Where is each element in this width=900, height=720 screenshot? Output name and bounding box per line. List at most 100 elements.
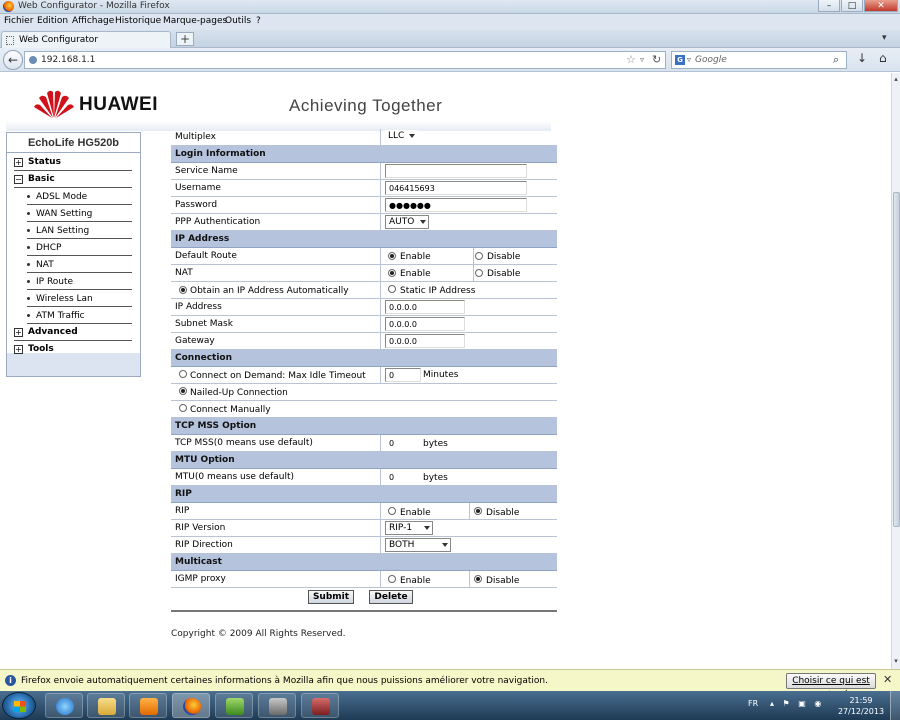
subnet-mask-input[interactable]: 0.0.0.0 (385, 317, 465, 331)
expand-icon[interactable]: + (14, 345, 23, 354)
sidebar-item-label[interactable]: NAT (36, 260, 54, 270)
taskbar-app-6[interactable] (258, 693, 296, 718)
reload-icon[interactable]: ↻ (652, 53, 661, 66)
url-text[interactable]: 192.168.1.1 (41, 55, 95, 65)
downloads-icon[interactable]: ↓ (857, 51, 867, 65)
rip-enable-radio[interactable] (388, 507, 396, 515)
maximize-button[interactable]: □ (841, 0, 863, 12)
search-bar[interactable]: G ▿ Google ⌕ (671, 51, 847, 69)
ip-address-input[interactable]: 0.0.0.0 (385, 300, 465, 314)
expand-icon[interactable]: + (14, 328, 23, 337)
sidebar-item-label[interactable]: WAN Setting (36, 209, 92, 219)
taskbar-app-5[interactable] (215, 693, 253, 718)
home-icon[interactable]: ⌂ (879, 51, 887, 65)
url-bar[interactable]: 192.168.1.1 ☆ ▿ ↻ (24, 51, 666, 69)
collapse-icon[interactable]: − (14, 175, 23, 184)
sidebar-item-lan-setting[interactable]: LAN Setting (27, 223, 132, 239)
igmp-disable-radio[interactable] (474, 575, 482, 583)
tab-list-icon[interactable]: ▾ (882, 33, 887, 43)
default-route-disable-radio[interactable] (475, 252, 483, 260)
radio-label[interactable]: Nailed-Up Connection (190, 388, 288, 398)
sidebar-item-label[interactable]: DHCP (36, 243, 61, 253)
radio-label[interactable]: Disable (486, 508, 519, 518)
radio-label[interactable]: Enable (400, 269, 431, 279)
sidebar-item-dhcp[interactable]: DHCP (27, 240, 132, 256)
sidebar-item-label[interactable]: Advanced (28, 327, 78, 337)
scroll-down-arrow-icon[interactable]: ▾ (892, 657, 900, 665)
radio-label[interactable]: Disable (486, 576, 519, 586)
menu-historique[interactable]: Historique (115, 16, 161, 26)
sidebar-item-label[interactable]: ATM Traffic (36, 311, 85, 321)
sidebar-item-status[interactable]: + Status (14, 155, 132, 171)
search-icon[interactable]: ⌕ (833, 53, 839, 67)
new-tab-button[interactable]: + (176, 32, 194, 46)
mtu-input[interactable]: 0 (385, 470, 421, 484)
show-desktop-button[interactable] (890, 691, 900, 720)
sidebar-item-wan-setting[interactable]: WAN Setting (27, 206, 132, 222)
nailed-up-connection-radio[interactable] (179, 387, 187, 395)
choose-what-is-shared-button[interactable]: Choisir ce qui est partagé (786, 673, 876, 700)
multiplex-select[interactable]: LLC (385, 130, 417, 144)
menu-marque-pages[interactable]: Marque-pages (163, 16, 227, 26)
menu-help[interactable]: ? (256, 16, 261, 26)
sidebar-item-label[interactable]: Wireless Lan (36, 294, 93, 304)
taskbar-internet-explorer[interactable] (45, 693, 83, 718)
radio-label[interactable]: Static IP Address (400, 286, 475, 296)
system-tray-icons[interactable]: ▴ ⚑ ▣ ◉ (770, 699, 824, 708)
menu-fichier[interactable]: Fichier (4, 16, 33, 26)
rip-disable-radio[interactable] (474, 507, 482, 515)
sidebar-item-adsl-mode[interactable]: ADSL Mode (27, 189, 132, 205)
menu-edition[interactable]: Edition (37, 16, 68, 26)
page-scrollbar[interactable]: ▴ ▾ (891, 73, 900, 669)
radio-label[interactable]: Disable (487, 252, 520, 262)
sidebar-item-nat[interactable]: NAT (27, 257, 132, 273)
radio-label[interactable]: Obtain an IP Address Automatically (190, 286, 349, 296)
site-identity-icon[interactable] (29, 56, 37, 64)
submit-button[interactable]: Submit (308, 590, 354, 604)
rip-direction-select[interactable]: BOTH (385, 538, 451, 552)
close-notification-icon[interactable]: ✕ (883, 673, 892, 686)
connect-on-demand-radio[interactable] (179, 370, 187, 378)
sidebar-item-label[interactable]: Status (28, 157, 61, 167)
nat-disable-radio[interactable] (475, 269, 483, 277)
bookmark-star-icon[interactable]: ☆ (626, 53, 636, 66)
gateway-input[interactable]: 0.0.0.0 (385, 334, 465, 348)
taskbar-file-explorer[interactable] (87, 693, 125, 718)
radio-label[interactable]: Connect Manually (190, 405, 271, 415)
default-route-enable-radio[interactable] (388, 252, 396, 260)
sidebar-item-label[interactable]: ADSL Mode (36, 192, 87, 202)
taskbar-firefox[interactable] (172, 693, 210, 718)
radio-label[interactable]: Enable (400, 508, 431, 518)
static-ip-address-radio[interactable] (388, 285, 396, 293)
delete-button[interactable]: Delete (369, 590, 413, 604)
close-window-button[interactable]: ✕ (864, 0, 898, 12)
tab-web-configurator[interactable]: Web Configurator (1, 31, 171, 48)
service-name-input[interactable] (385, 164, 527, 178)
sidebar-item-ip-route[interactable]: IP Route (27, 274, 132, 290)
sidebar-item-label[interactable]: Basic (28, 174, 55, 184)
sidebar-item-label[interactable]: LAN Setting (36, 226, 89, 236)
minimize-button[interactable]: – (818, 0, 840, 12)
radio-label[interactable]: Enable (400, 576, 431, 586)
sidebar-item-label[interactable]: IP Route (36, 277, 73, 287)
idle-timeout-input[interactable]: 0 (385, 368, 421, 382)
input-language-indicator[interactable]: FR (748, 699, 758, 708)
sidebar-item-atm-traffic[interactable]: ATM Traffic (27, 308, 132, 324)
google-engine-icon[interactable]: G (675, 55, 685, 65)
search-engine-dropdown-icon[interactable]: ▿ (687, 55, 691, 64)
system-clock[interactable]: 21:59 27/12/2013 (836, 695, 886, 717)
username-input[interactable]: 046415693 (385, 181, 527, 195)
sidebar-item-tools[interactable]: + Tools (14, 342, 132, 358)
menu-outils[interactable]: Outils (225, 16, 251, 26)
expand-icon[interactable]: + (14, 158, 23, 167)
sidebar-item-label[interactable]: Tools (28, 344, 54, 354)
rip-version-select[interactable]: RIP-1 (385, 521, 433, 535)
search-input[interactable]: Google (695, 55, 727, 65)
tcp-mss-input[interactable]: 0 (385, 436, 421, 450)
sidebar-item-basic[interactable]: − Basic (14, 172, 132, 188)
sidebar-item-advanced[interactable]: + Advanced (14, 325, 132, 341)
obtain-ip-automatically-radio[interactable] (179, 286, 187, 294)
scroll-up-arrow-icon[interactable]: ▴ (892, 75, 900, 83)
connect-manually-radio[interactable] (179, 404, 187, 412)
igmp-enable-radio[interactable] (388, 575, 396, 583)
